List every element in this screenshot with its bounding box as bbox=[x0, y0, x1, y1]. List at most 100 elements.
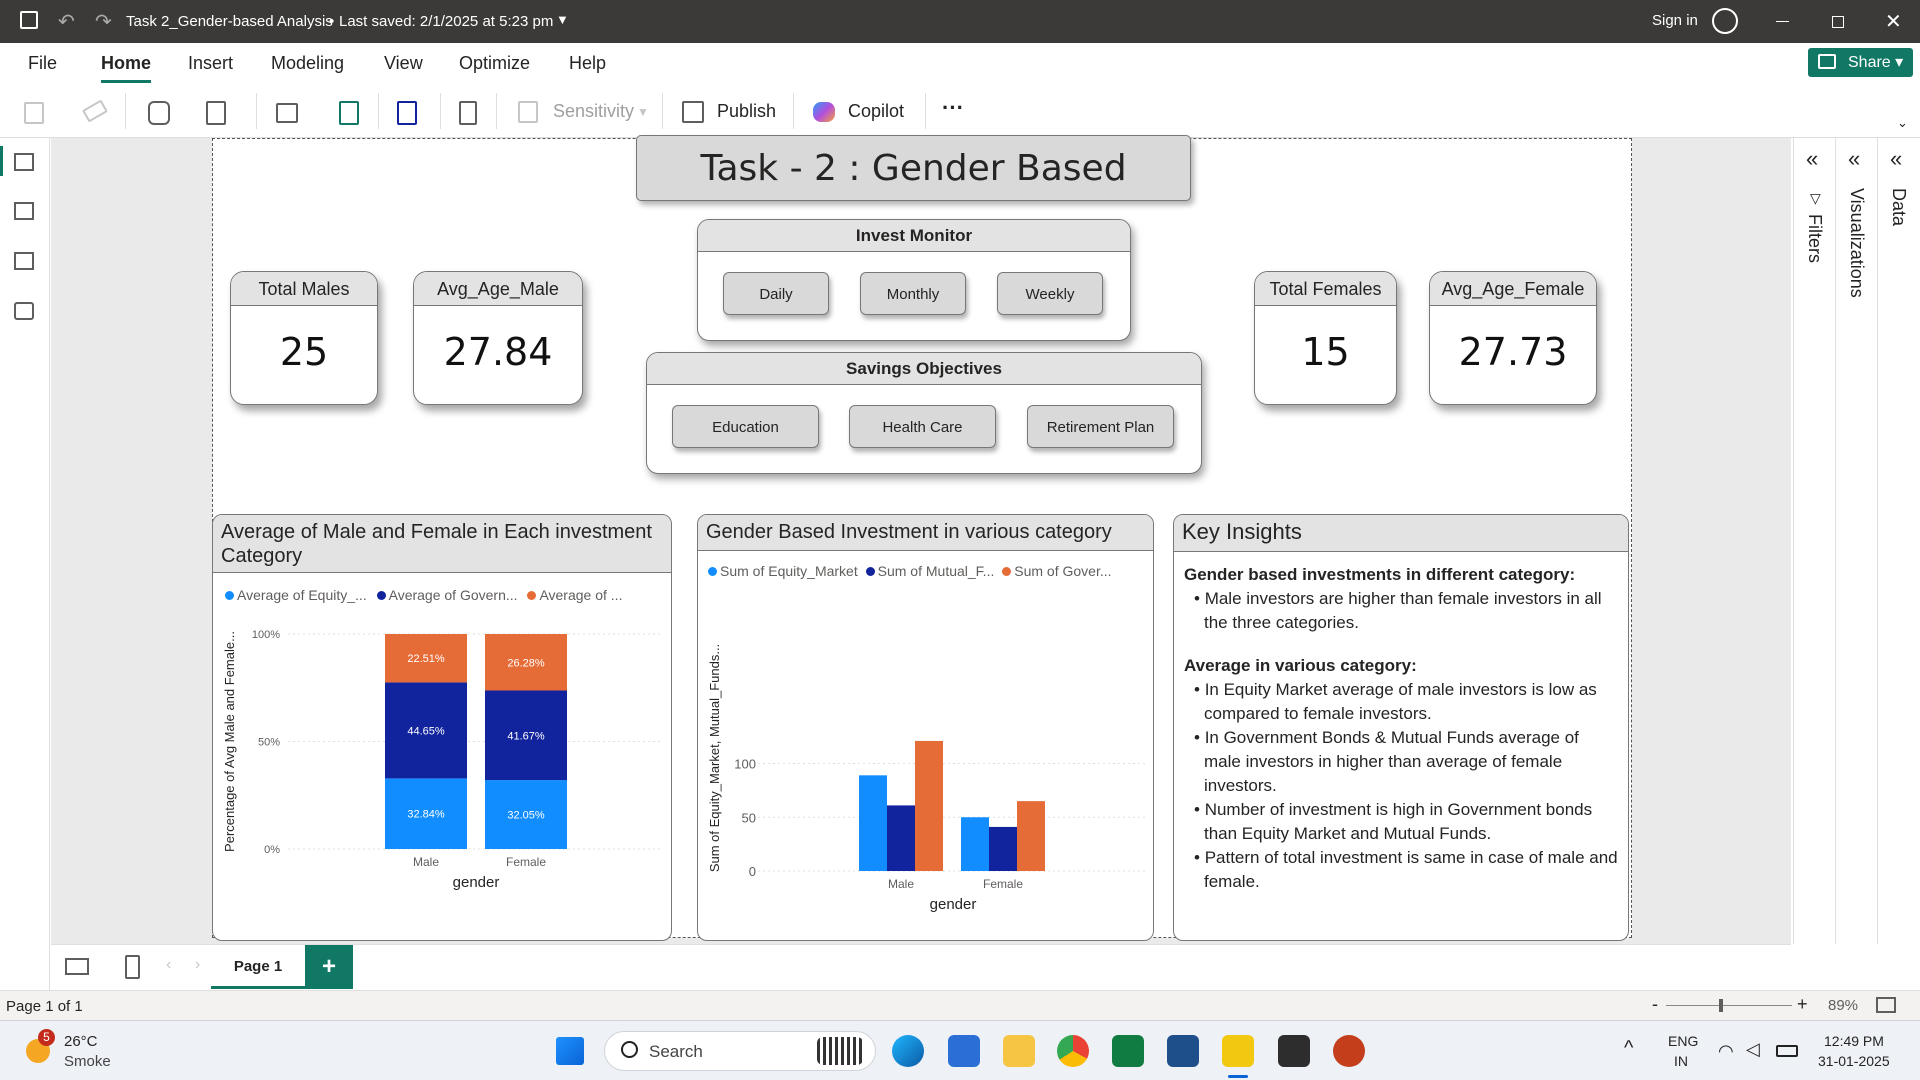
key-insights-panel: Key Insights Gender based investments in… bbox=[1173, 514, 1629, 941]
sign-in-link[interactable]: Sign in bbox=[1652, 12, 1698, 29]
zoom-slider-thumb[interactable] bbox=[1719, 999, 1723, 1012]
table-view-icon[interactable] bbox=[14, 202, 34, 220]
terminal-icon[interactable] bbox=[1278, 1035, 1310, 1067]
tab-insert[interactable]: Insert bbox=[188, 53, 233, 74]
powerpoint-icon[interactable] bbox=[1333, 1035, 1365, 1067]
weather-desc[interactable]: Smoke bbox=[64, 1053, 111, 1070]
search-box[interactable]: Search bbox=[604, 1031, 876, 1071]
zoom-out-button[interactable]: - bbox=[1652, 994, 1658, 1015]
refresh-icon[interactable] bbox=[339, 101, 359, 125]
excel-icon[interactable] bbox=[1112, 1035, 1144, 1067]
collapse-ribbon-icon[interactable]: ⌄ bbox=[1897, 115, 1908, 131]
kpi-value: 15 bbox=[1301, 330, 1350, 374]
language-region[interactable]: IN bbox=[1674, 1053, 1688, 1069]
report-view-icon[interactable] bbox=[14, 153, 34, 171]
wifi-icon[interactable]: ◠ bbox=[1718, 1041, 1734, 1062]
clock-time[interactable]: 12:49 PM bbox=[1824, 1033, 1884, 1049]
format-painter-icon[interactable] bbox=[81, 99, 109, 123]
store-icon[interactable] bbox=[948, 1035, 980, 1067]
chevron-up-icon[interactable]: ^ bbox=[1624, 1037, 1633, 1060]
edge-icon[interactable] bbox=[892, 1035, 924, 1067]
publish-button[interactable]: Publish bbox=[717, 101, 776, 122]
minimize-icon[interactable] bbox=[1776, 21, 1789, 22]
kpi-card-total-males[interactable]: Total Males 25 bbox=[230, 271, 378, 405]
zoom-level[interactable]: 89% bbox=[1828, 997, 1858, 1014]
share-icon bbox=[1818, 54, 1836, 69]
kpi-label: Avg_Age_Female bbox=[1430, 272, 1596, 306]
expand-icon[interactable]: « bbox=[1806, 146, 1818, 172]
undo-icon[interactable]: ↶ bbox=[58, 9, 75, 34]
desktop-layout-icon[interactable] bbox=[65, 958, 89, 975]
redo-icon[interactable]: ↷ bbox=[95, 9, 112, 34]
restore-icon[interactable] bbox=[1832, 16, 1844, 28]
clock-date[interactable]: 31-01-2025 bbox=[1818, 1053, 1890, 1069]
tab-help[interactable]: Help bbox=[569, 53, 606, 74]
legend-item[interactable]: Sum of Mutual_F... bbox=[865, 563, 994, 579]
new-visual-bar-icon[interactable] bbox=[397, 101, 417, 125]
model-view-icon[interactable] bbox=[14, 252, 34, 270]
expand-icon[interactable]: « bbox=[1848, 146, 1860, 172]
tab-file[interactable]: File bbox=[28, 53, 57, 74]
slicer-option-health-care[interactable]: Health Care bbox=[849, 405, 996, 448]
tab-optimize[interactable]: Optimize bbox=[459, 53, 530, 74]
fit-to-page-icon[interactable] bbox=[1876, 997, 1896, 1013]
copilot-button[interactable]: Copilot bbox=[848, 101, 904, 122]
slicer-title: Invest Monitor bbox=[698, 220, 1130, 252]
chart-avg-male-female-category[interactable]: Average of Male and Female in Each inves… bbox=[212, 514, 672, 941]
transform-data-icon[interactable] bbox=[276, 103, 298, 123]
expand-icon[interactable]: « bbox=[1890, 146, 1902, 172]
slicer-option-daily[interactable]: Daily bbox=[723, 272, 829, 315]
visualizations-pane[interactable]: « Visualizations bbox=[1835, 138, 1877, 944]
copilot-icon[interactable] bbox=[813, 102, 835, 122]
legend-item[interactable]: Sum of Gover... bbox=[1002, 563, 1112, 579]
kpi-card-avg-age-female[interactable]: Avg_Age_Female 27.73 bbox=[1429, 271, 1597, 405]
volume-icon[interactable]: ◁ bbox=[1746, 1039, 1760, 1060]
more-options-icon[interactable]: ··· bbox=[942, 95, 964, 121]
slicer-option-education[interactable]: Education bbox=[672, 405, 819, 448]
slicer-option-weekly[interactable]: Weekly bbox=[997, 272, 1103, 315]
legend-item[interactable]: Average of Govern... bbox=[376, 587, 518, 603]
get-data-icon[interactable] bbox=[148, 101, 170, 125]
power-bi-icon[interactable] bbox=[1222, 1035, 1254, 1067]
prev-page-icon[interactable]: ‹ bbox=[166, 956, 171, 974]
close-icon[interactable]: ✕ bbox=[1885, 9, 1902, 34]
kpi-card-avg-age-male[interactable]: Avg_Age_Male 27.84 bbox=[413, 271, 583, 405]
app-icon[interactable] bbox=[1167, 1035, 1199, 1067]
file-explorer-icon[interactable] bbox=[1003, 1035, 1035, 1067]
account-icon[interactable] bbox=[1712, 8, 1738, 34]
dax-query-view-icon[interactable] bbox=[14, 302, 34, 320]
filters-pane[interactable]: « ▽ Filters bbox=[1793, 138, 1835, 944]
tab-modeling[interactable]: Modeling bbox=[271, 53, 344, 74]
share-button[interactable]: Share ▾ bbox=[1808, 48, 1913, 77]
data-label: Data bbox=[1889, 188, 1909, 227]
slicer-option-monthly[interactable]: Monthly bbox=[860, 272, 966, 315]
insight-item: In Government Bonds & Mutual Funds avera… bbox=[1194, 726, 1620, 798]
page-tab-page-1[interactable]: Page 1 bbox=[211, 945, 305, 989]
chrome-icon[interactable] bbox=[1057, 1035, 1089, 1067]
save-icon[interactable] bbox=[20, 11, 38, 29]
add-page-button[interactable]: + bbox=[305, 945, 353, 989]
publish-icon[interactable] bbox=[682, 101, 704, 123]
language-code[interactable]: ENG bbox=[1668, 1033, 1698, 1049]
calculator-icon[interactable] bbox=[459, 101, 477, 125]
bar bbox=[989, 826, 1017, 871]
battery-icon[interactable] bbox=[1776, 1045, 1798, 1057]
legend-item[interactable]: Average of Equity_... bbox=[225, 587, 367, 603]
data-pane[interactable]: « Data bbox=[1877, 138, 1919, 944]
tab-view[interactable]: View bbox=[384, 53, 423, 74]
mobile-layout-icon[interactable] bbox=[125, 955, 140, 979]
weather-temp[interactable]: 26°C bbox=[64, 1033, 98, 1050]
start-icon[interactable] bbox=[556, 1037, 584, 1065]
new-visual-icon[interactable] bbox=[206, 101, 226, 125]
tab-home[interactable]: Home bbox=[101, 53, 152, 83]
legend-item[interactable]: Sum of Equity_Market bbox=[708, 563, 858, 579]
legend-item[interactable]: Average of ... bbox=[527, 587, 622, 603]
slicer-option-retirement-plan[interactable]: Retirement Plan bbox=[1027, 405, 1174, 448]
chevron-down-icon[interactable]: ▼ bbox=[556, 12, 569, 27]
chart-gender-investment-category[interactable]: Gender Based Investment in various categ… bbox=[697, 514, 1154, 941]
zoom-in-button[interactable]: + bbox=[1797, 994, 1808, 1015]
kpi-card-total-females[interactable]: Total Females 15 bbox=[1254, 271, 1397, 405]
next-page-icon[interactable]: › bbox=[195, 956, 200, 974]
paste-icon[interactable] bbox=[24, 102, 44, 124]
zoom-slider[interactable] bbox=[1666, 1005, 1792, 1006]
